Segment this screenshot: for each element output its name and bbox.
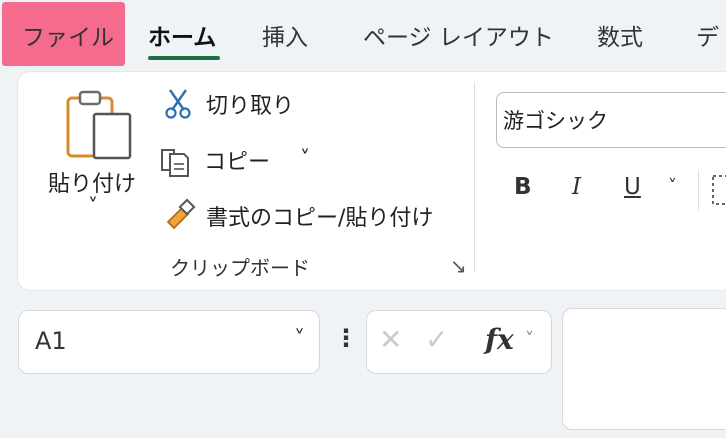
clipboard-group-label: クリップボード — [170, 256, 310, 280]
copy-dropdown-chevron[interactable]: ˅ — [300, 146, 310, 170]
italic-button[interactable]: I — [572, 174, 581, 200]
name-box-value: A1 — [35, 327, 67, 355]
underline-dropdown-chevron[interactable]: ˅ — [668, 176, 677, 197]
font-separator — [698, 170, 699, 210]
tab-insert[interactable]: 挿入 — [262, 0, 308, 70]
clipboard-launcher-icon[interactable]: ↘ — [450, 254, 467, 278]
tab-page-layout[interactable]: ページ レイアウト — [363, 0, 554, 70]
name-box[interactable]: A1 ˅ — [18, 310, 320, 374]
border-icon[interactable] — [712, 172, 726, 212]
tab-file[interactable]: ファイル — [22, 0, 114, 70]
tab-home-underline — [148, 56, 220, 60]
paste-dropdown-chevron[interactable]: ˅ — [88, 194, 98, 218]
cut-label[interactable]: 切り取り — [206, 88, 294, 120]
cancel-icon[interactable]: ✕ — [379, 323, 402, 356]
tab-formulas[interactable]: 数式 — [597, 0, 643, 70]
name-box-chevron-icon[interactable]: ˅ — [294, 327, 305, 352]
formula-input[interactable] — [562, 308, 726, 430]
font-name-box[interactable]: 游ゴシック — [496, 92, 726, 148]
font-name-value: 游ゴシック — [503, 109, 608, 133]
copy-icon[interactable] — [158, 144, 192, 182]
tab-data[interactable]: デ — [696, 0, 719, 70]
enter-icon[interactable]: ✓ — [425, 323, 448, 356]
format-painter-icon[interactable] — [162, 196, 198, 236]
group-separator — [474, 82, 475, 272]
cut-icon[interactable] — [164, 88, 192, 124]
more-options-icon[interactable]: ⋮ — [334, 324, 358, 352]
insert-function-icon[interactable]: fx — [485, 323, 514, 356]
format-painter-label[interactable]: 書式のコピー/貼り付け — [206, 200, 433, 232]
copy-label[interactable]: コピー — [204, 144, 270, 176]
ribbon-tabs: ファイル ホーム 挿入 ページ レイアウト 数式 デ — [0, 0, 726, 70]
paste-icon[interactable] — [64, 88, 136, 166]
fx-dropdown-chevron[interactable]: ˅ — [525, 329, 534, 350]
formula-buttons: ✕ ✓ fx ˅ — [366, 310, 552, 374]
underline-button[interactable]: U — [624, 174, 641, 200]
bold-button[interactable]: B — [514, 174, 532, 200]
